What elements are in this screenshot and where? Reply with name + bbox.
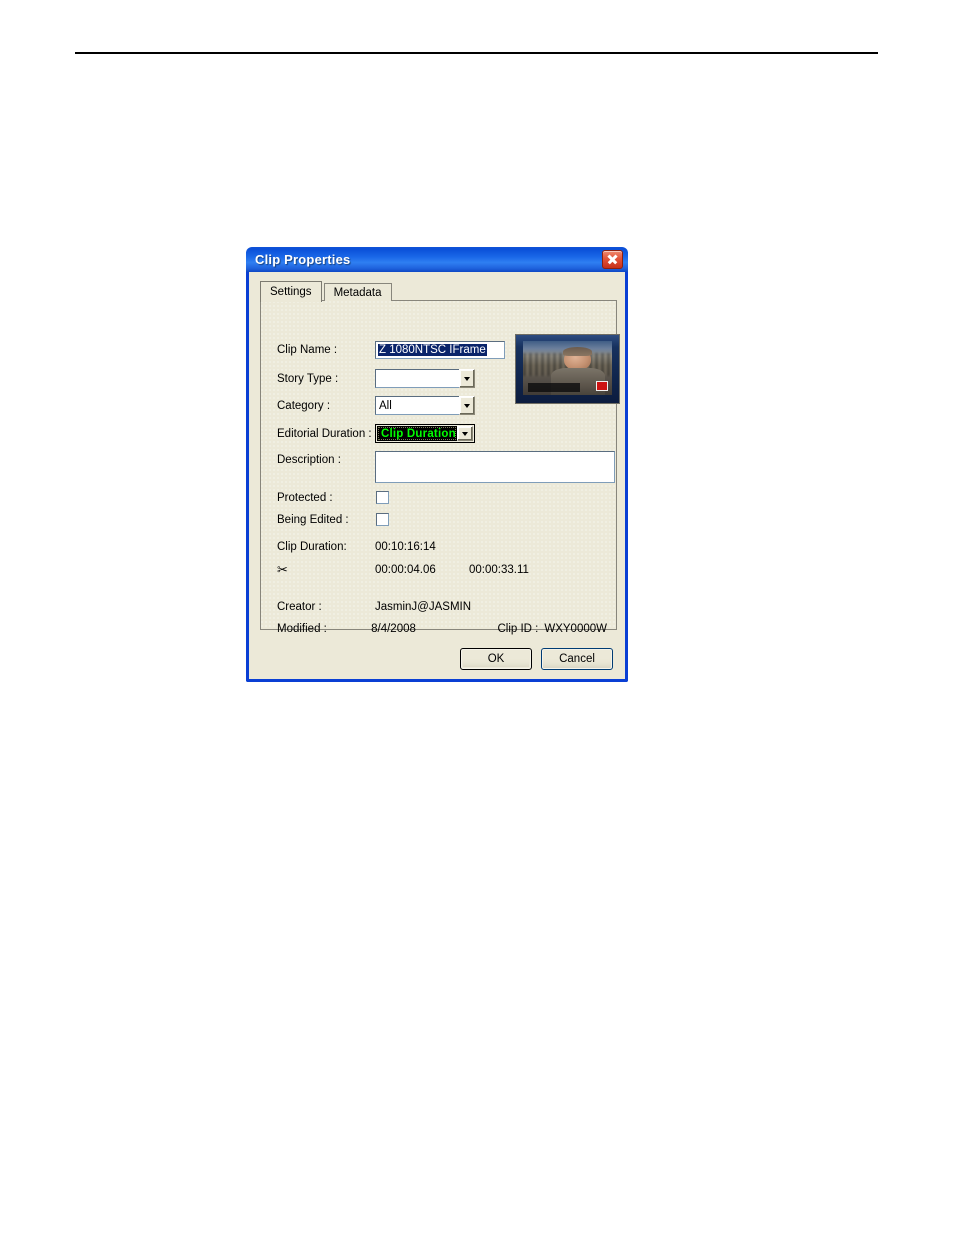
tab-metadata-label: Metadata xyxy=(333,286,382,299)
page-header-rule xyxy=(75,52,878,54)
thumbnail-background xyxy=(516,335,619,403)
row-clip-duration: Clip Duration: 00:10:16:14 xyxy=(277,541,436,553)
creator-label: Creator : xyxy=(277,601,322,613)
clip-name-label: Clip Name : xyxy=(277,344,338,356)
description-input[interactable] xyxy=(375,451,615,483)
editorial-duration-value: Clip Duration xyxy=(381,427,456,440)
clip-duration-label: Clip Duration: xyxy=(277,541,347,553)
description-value xyxy=(376,452,614,456)
category-label: Category : xyxy=(277,399,331,412)
tab-metadata[interactable]: Metadata xyxy=(323,283,392,301)
category-value: All xyxy=(379,399,392,412)
tab-settings-label: Settings xyxy=(270,286,312,298)
close-icon[interactable] xyxy=(602,250,623,269)
lower-third-bar xyxy=(528,383,580,392)
clip-id-label: Clip ID : xyxy=(497,623,539,635)
editorial-duration-select[interactable]: Clip Duration xyxy=(375,424,475,443)
category-value-box: All xyxy=(375,396,459,415)
mark-in-value: 00:00:04.06 xyxy=(375,563,436,576)
being-edited-checkbox[interactable] xyxy=(376,513,389,526)
creator-value: JasminJ@JASMIN xyxy=(375,601,472,613)
field-row-being-edited: Being Edited : xyxy=(277,513,389,526)
modified-value: 8/4/2008 xyxy=(371,623,416,635)
row-modified: Modified : 8/4/2008 Clip ID : WXY0000W xyxy=(277,623,607,635)
row-mark-in-out: ✂ 00:00:04.06 00:00:33.11 xyxy=(277,563,529,576)
person-hair xyxy=(563,346,592,357)
field-row-protected: Protected : xyxy=(277,491,389,504)
being-edited-label: Being Edited : xyxy=(277,513,349,526)
editorial-duration-label: Editorial Duration : xyxy=(277,427,372,440)
story-type-value-box xyxy=(375,369,459,388)
clip-name-input[interactable]: Z 1080NTSC IFrame xyxy=(375,341,505,359)
dialog-title: Clip Properties xyxy=(255,252,351,267)
dialog-footer: OK Cancel xyxy=(249,648,625,670)
field-row-story-type: Story Type : xyxy=(277,369,475,388)
field-row-category: Category : All xyxy=(277,396,475,415)
category-select[interactable]: All xyxy=(375,396,475,415)
tabstrip: Settings Metadata xyxy=(260,281,392,302)
editorial-duration-value-box: Clip Duration xyxy=(377,426,457,441)
scissors-icon: ✂ xyxy=(277,562,288,577)
chevron-down-icon[interactable] xyxy=(457,426,473,441)
clip-properties-dialog: Clip Properties Settings Metadata Clip N… xyxy=(246,247,628,682)
field-row-description: Description : xyxy=(277,451,615,483)
clip-thumbnail[interactable] xyxy=(515,334,620,404)
channel-logo-icon xyxy=(595,381,608,392)
tab-settings[interactable]: Settings xyxy=(260,281,322,302)
field-row-editorial-duration: Editorial Duration : Clip Duration xyxy=(277,424,475,443)
protected-checkbox[interactable] xyxy=(376,491,389,504)
chevron-down-icon[interactable] xyxy=(459,396,475,415)
mark-out-value: 00:00:33.11 xyxy=(469,563,529,576)
thumbnail-frame xyxy=(523,341,612,395)
clip-name-value: Z 1080NTSC IFrame xyxy=(378,344,487,356)
clip-duration-value: 00:10:16:14 xyxy=(375,541,436,553)
protected-label: Protected : xyxy=(277,491,333,504)
modified-label: Modified : xyxy=(277,623,327,635)
description-label: Description : xyxy=(277,454,341,466)
story-type-select[interactable] xyxy=(375,369,475,388)
row-creator: Creator : JasminJ@JASMIN xyxy=(277,601,471,613)
dialog-titlebar[interactable]: Clip Properties xyxy=(246,247,628,272)
story-type-label: Story Type : xyxy=(277,372,339,385)
chevron-down-icon[interactable] xyxy=(459,369,475,388)
field-row-clip-name: Clip Name : Z 1080NTSC IFrame xyxy=(277,341,505,359)
ok-button[interactable]: OK xyxy=(460,648,532,670)
settings-panel: Clip Name : Z 1080NTSC IFrame Story Type… xyxy=(260,300,620,635)
clip-id-value: WXY0000W xyxy=(544,623,607,635)
cancel-button[interactable]: Cancel xyxy=(541,648,613,670)
